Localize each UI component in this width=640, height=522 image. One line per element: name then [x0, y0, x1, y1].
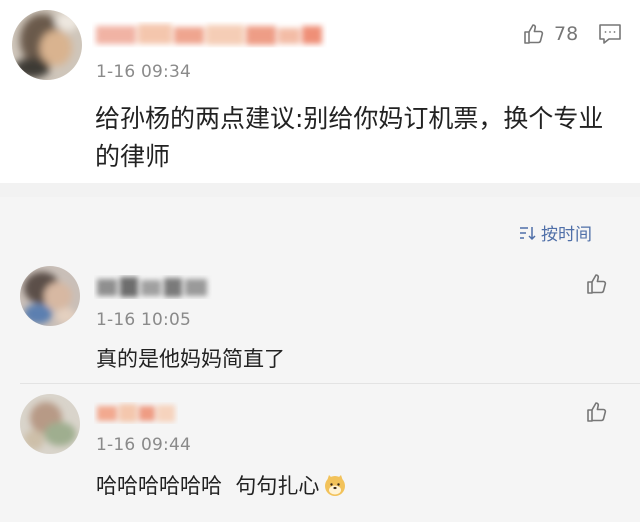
username-blurred[interactable]	[92, 18, 327, 52]
sort-label: 按时间	[541, 225, 592, 245]
section-divider	[0, 183, 640, 197]
username-blurred[interactable]	[94, 270, 212, 304]
comment-timestamp: 1-16 09:34	[96, 62, 191, 82]
sort-icon	[519, 225, 537, 241]
reply-text: 哈哈哈哈哈哈 句句扎心	[96, 474, 320, 498]
comment-icon[interactable]	[598, 22, 622, 46]
reply-item: 1-16 10:05 真的是他妈妈简直了	[0, 260, 640, 380]
avatar[interactable]	[20, 266, 80, 326]
sort-by-time-toggle[interactable]: 按时间	[519, 220, 592, 245]
thumbs-up-icon[interactable]	[585, 272, 609, 296]
like-count: 78	[554, 23, 579, 45]
comment-page: 1-16 09:34 给孙杨的两点建议:别给你妈订机票，换个专业的律师 78 按…	[0, 0, 640, 522]
doge-emoji-icon	[323, 473, 347, 502]
avatar[interactable]	[20, 394, 80, 454]
reply-text-row: 哈哈哈哈哈哈 句句扎心	[96, 470, 347, 502]
username-blurred[interactable]	[94, 398, 178, 428]
reply-timestamp: 1-16 09:44	[96, 435, 191, 455]
avatar[interactable]	[12, 10, 82, 80]
thumbs-up-icon[interactable]	[585, 400, 609, 424]
comment-text: 给孙杨的两点建议:别给你妈订机票，换个专业的律师	[95, 104, 604, 171]
reply-timestamp: 1-16 10:05	[96, 310, 191, 330]
main-comment: 1-16 09:34 给孙杨的两点建议:别给你妈订机票，换个专业的律师 78	[0, 0, 640, 183]
thumbs-up-icon	[522, 22, 546, 46]
reply-item: 1-16 09:44 哈哈哈哈哈哈 句句扎心	[0, 390, 640, 515]
like-button[interactable]: 78	[522, 21, 578, 47]
reply-text: 真的是他妈妈简直了	[96, 347, 285, 371]
reply-divider	[20, 383, 640, 384]
